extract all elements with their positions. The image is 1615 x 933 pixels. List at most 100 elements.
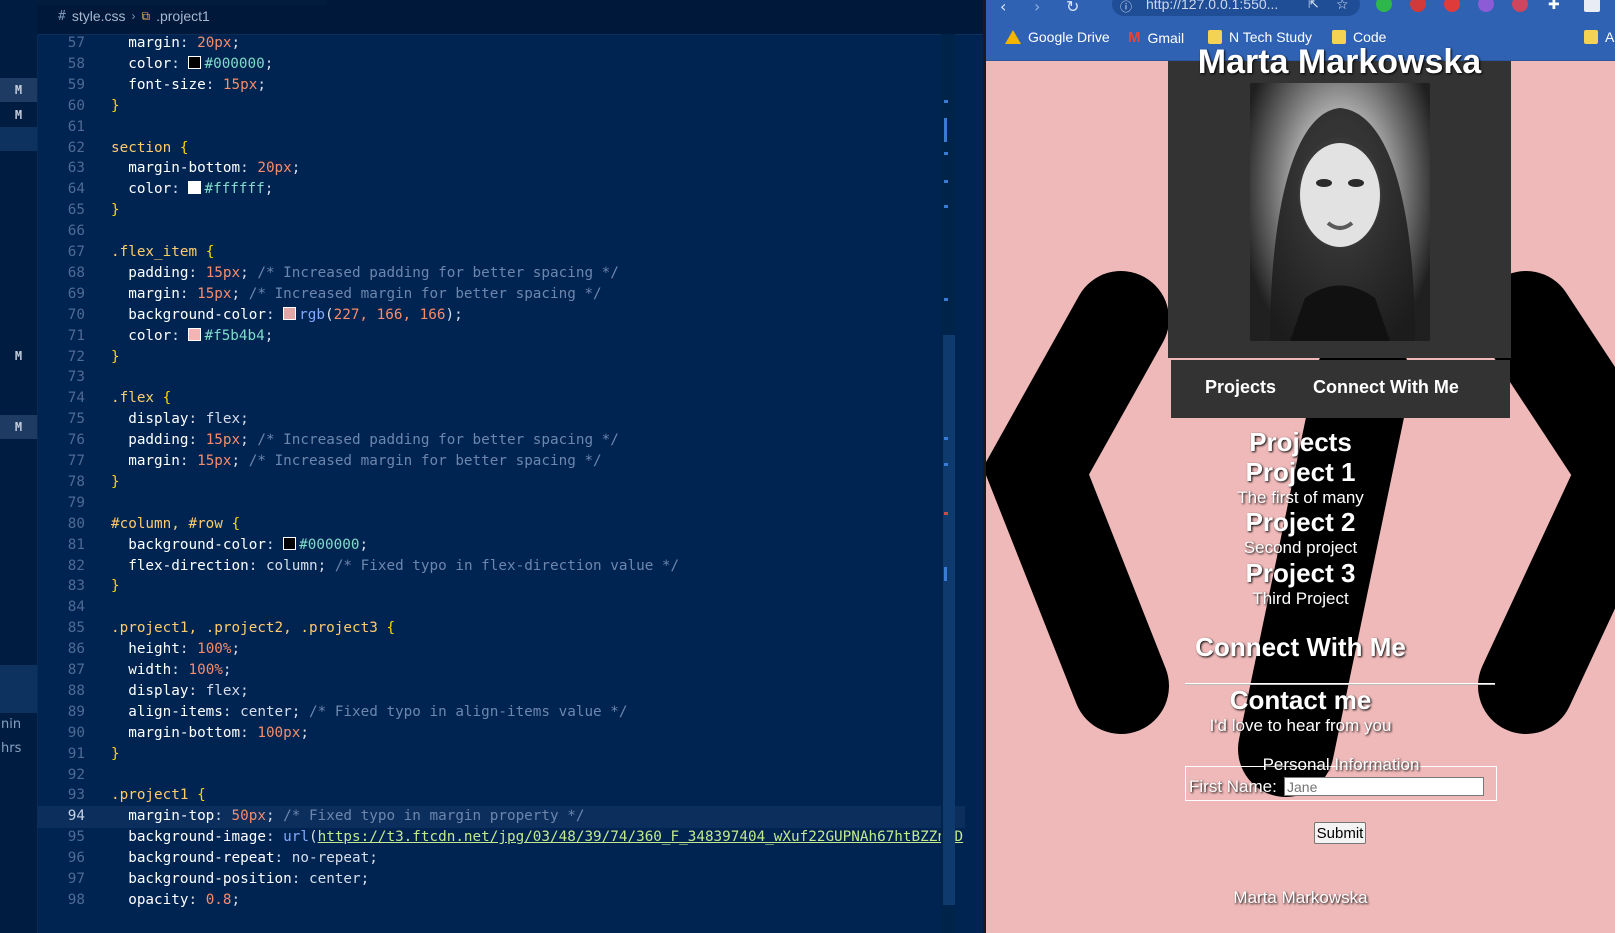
code-line[interactable]: 89 align-items: center; /* Fixed typo in… bbox=[37, 702, 965, 723]
code-line[interactable]: 96 background-repeat: no-repeat; bbox=[37, 848, 965, 869]
back-icon[interactable]: ‹ bbox=[1000, 0, 1006, 16]
code-line[interactable]: 92 bbox=[37, 765, 965, 786]
code-text[interactable]: height: 100%; bbox=[111, 641, 240, 657]
code-text[interactable]: .project1, .project2, .project3 { bbox=[111, 620, 395, 636]
editor-scroll-thumb[interactable] bbox=[943, 335, 955, 905]
nav-connect-link[interactable]: Connect With Me bbox=[1313, 377, 1459, 398]
code-text[interactable]: background-position: center; bbox=[111, 871, 369, 887]
code-line[interactable]: 63 margin-bottom: 20px; bbox=[37, 158, 965, 179]
code-line[interactable]: 91} bbox=[37, 744, 965, 765]
code-text[interactable]: .flex_item { bbox=[111, 244, 214, 260]
code-text[interactable]: } bbox=[111, 349, 120, 365]
code-line[interactable]: 90 margin-bottom: 100px; bbox=[37, 723, 965, 744]
code-text[interactable]: } bbox=[111, 474, 120, 490]
bookmark-google-drive[interactable]: Google Drive bbox=[1005, 29, 1110, 45]
forward-icon[interactable]: › bbox=[1034, 0, 1040, 16]
code-line[interactable]: 98 opacity: 0.8; bbox=[37, 890, 965, 911]
code-line[interactable]: 78} bbox=[37, 472, 965, 493]
share-icon[interactable]: ⇱ bbox=[1308, 0, 1319, 12]
code-text[interactable]: align-items: center; /* Fixed typo in al… bbox=[111, 704, 627, 720]
code-line[interactable]: 62 section { bbox=[37, 138, 965, 159]
code-text[interactable]: margin-top: 50px; /* Fixed typo in margi… bbox=[111, 808, 584, 824]
code-line[interactable]: 81 background-color: #000000; bbox=[37, 535, 965, 556]
code-line[interactable]: 76 padding: 15px; /* Increased padding f… bbox=[37, 430, 965, 451]
breadcrumb-file[interactable]: style.css bbox=[72, 8, 126, 24]
code-line[interactable]: 94 margin-top: 50px; /* Fixed typo in ma… bbox=[37, 806, 965, 828]
code-line[interactable]: 70 background-color: rgb(227, 166, 166); bbox=[37, 305, 965, 326]
code-text[interactable]: display: flex; bbox=[111, 683, 249, 699]
code-line[interactable]: 88 display: flex; bbox=[37, 681, 965, 702]
code-line[interactable]: 58 color: #000000; bbox=[37, 54, 965, 75]
breadcrumb[interactable]: # style.css › ⧉ .project1 bbox=[58, 8, 210, 24]
code-text[interactable]: display: flex; bbox=[111, 411, 249, 427]
url-text[interactable]: http://127.0.0.1:550... bbox=[1146, 0, 1278, 12]
code-text[interactable]: background-repeat: no-repeat; bbox=[111, 850, 378, 866]
extension-icon[interactable] bbox=[1376, 0, 1392, 12]
code-text[interactable]: margin-bottom: 20px; bbox=[111, 160, 300, 176]
code-text[interactable]: color: #f5b4b4; bbox=[111, 327, 273, 344]
nav-projects-link[interactable]: Projects bbox=[1205, 377, 1276, 398]
code-text[interactable]: background-color: rgb(227, 166, 166); bbox=[111, 306, 463, 323]
code-line[interactable]: 74 .flex { bbox=[37, 388, 965, 409]
sidebar-icon[interactable] bbox=[1584, 0, 1600, 12]
code-line[interactable]: 69 margin: 15px; /* Increased margin for… bbox=[37, 284, 965, 305]
code-line[interactable]: 93 .project1 { bbox=[37, 785, 965, 806]
code-line[interactable]: 64 color: #ffffff; bbox=[37, 179, 965, 200]
code-text[interactable]: .project1 { bbox=[111, 787, 206, 803]
code-text[interactable]: color: #000000; bbox=[111, 55, 273, 72]
extension-icon[interactable] bbox=[1512, 0, 1528, 12]
code-text[interactable]: #column, #row { bbox=[111, 516, 240, 532]
code-line[interactable]: 57 margin: 20px; bbox=[37, 33, 965, 54]
code-text[interactable]: color: #ffffff; bbox=[111, 181, 273, 197]
code-text[interactable]: padding: 15px; /* Increased padding for … bbox=[111, 265, 619, 281]
code-line[interactable]: 66 bbox=[37, 221, 965, 242]
code-line[interactable]: 68 padding: 15px; /* Increased padding f… bbox=[37, 263, 965, 284]
code-text[interactable]: } bbox=[111, 578, 120, 594]
explorer-item[interactable] bbox=[0, 127, 37, 151]
code-line[interactable]: 61 bbox=[37, 117, 965, 138]
code-line[interactable]: 65} bbox=[37, 200, 965, 221]
code-line[interactable]: 59 font-size: 15px; bbox=[37, 75, 965, 96]
code-text[interactable]: margin: 15px; /* Increased margin for be… bbox=[111, 453, 601, 469]
code-line[interactable]: 72} bbox=[37, 347, 965, 368]
code-line[interactable]: 83} bbox=[37, 576, 965, 597]
code-line[interactable]: 97 background-position: center; bbox=[37, 869, 965, 890]
breadcrumb-symbol[interactable]: .project1 bbox=[156, 8, 210, 24]
code-line[interactable]: 80 #column, #row { bbox=[37, 514, 965, 535]
code-line[interactable]: 79 bbox=[37, 493, 965, 514]
code-text[interactable]: section { bbox=[111, 140, 188, 156]
code-line[interactable]: 86 height: 100%; bbox=[37, 639, 965, 660]
code-line[interactable]: 73 bbox=[37, 367, 965, 388]
code-text[interactable]: background-image: url(https://t3.ftcdn.n… bbox=[111, 829, 963, 845]
code-line[interactable]: 84 bbox=[37, 597, 965, 618]
code-text[interactable]: } bbox=[111, 746, 120, 762]
code-text[interactable]: margin: 20px; bbox=[111, 35, 240, 51]
code-text[interactable]: flex-direction: column; /* Fixed typo in… bbox=[111, 558, 679, 574]
code-text[interactable]: } bbox=[111, 202, 120, 218]
adblock-icon[interactable] bbox=[1410, 0, 1426, 12]
code-line[interactable]: 85 .project1, .project2, .project3 { bbox=[37, 618, 965, 639]
extension-icon[interactable] bbox=[1478, 0, 1494, 12]
code-text[interactable]: font-size: 15px; bbox=[111, 77, 266, 93]
puzzle-icon[interactable]: ✚ bbox=[1548, 0, 1560, 13]
reload-icon[interactable]: ↻ bbox=[1066, 0, 1079, 16]
code-line[interactable]: 75 display: flex; bbox=[37, 409, 965, 430]
code-line[interactable]: 60} bbox=[37, 96, 965, 117]
code-line[interactable]: 77 margin: 15px; /* Increased margin for… bbox=[37, 451, 965, 472]
code-area[interactable]: 57 margin: 20px; 58 color: #000000; 59 fon… bbox=[37, 34, 985, 933]
code-text[interactable]: opacity: 0.8; bbox=[111, 892, 240, 908]
bookmark-star-icon[interactable]: ☆ bbox=[1336, 0, 1349, 13]
code-text[interactable]: margin-bottom: 100px; bbox=[111, 725, 309, 741]
code-text[interactable]: width: 100%; bbox=[111, 662, 231, 678]
code-line[interactable]: 95 background-image: url(https://t3.ftcd… bbox=[37, 827, 965, 848]
code-line[interactable]: 67 .flex_item { bbox=[37, 242, 965, 263]
code-line[interactable]: 71 color: #f5b4b4; bbox=[37, 326, 965, 347]
browser-window[interactable]: ‹ › ↻ ⓘ http://127.0.0.1:550... ⇱ ☆ ✚ Go… bbox=[986, 0, 1615, 933]
code-text[interactable]: margin: 15px; /* Increased margin for be… bbox=[111, 286, 601, 302]
code-line[interactable]: 82 flex-direction: column; /* Fixed typo… bbox=[37, 556, 965, 577]
code-text[interactable]: } bbox=[111, 98, 120, 114]
code-text[interactable]: .flex { bbox=[111, 390, 171, 406]
submit-button[interactable]: Submit bbox=[1314, 822, 1366, 844]
first-name-input[interactable] bbox=[1284, 777, 1484, 796]
code-editor[interactable]: M M M M nin hrs # style.css › ⧉ .project… bbox=[0, 0, 985, 933]
